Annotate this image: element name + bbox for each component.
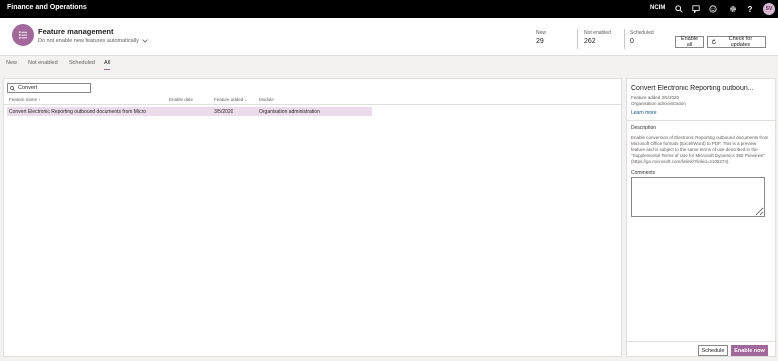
- filter-box: [7, 83, 91, 93]
- stat-not-enabled: Not enabled 262: [584, 30, 611, 45]
- stat-scheduled: Scheduled 0: [630, 30, 654, 45]
- auto-enable-label: Do not enable new features automatically: [38, 38, 139, 44]
- details-pane: Convert Electronic Reporting outboun... …: [626, 78, 776, 357]
- divider: [627, 120, 775, 121]
- tab-all[interactable]: All: [104, 60, 111, 70]
- divider: [624, 29, 625, 49]
- stat-scheduled-value: 0: [630, 38, 634, 45]
- column-header-feature-added[interactable]: Feature added ↓: [214, 97, 247, 102]
- page-header: Feature management Do not enable new fea…: [0, 18, 778, 56]
- page-title: Feature management: [38, 27, 114, 36]
- avatar[interactable]: SV: [763, 3, 775, 15]
- filter-input[interactable]: [18, 85, 88, 91]
- column-header-label: Feature added: [214, 97, 244, 102]
- cell-module: Organisation administration: [259, 108, 320, 115]
- details-module: Organisation administration: [631, 101, 686, 106]
- tab-scheduled[interactable]: Scheduled: [69, 60, 95, 66]
- enable-now-button[interactable]: Enable now: [731, 345, 768, 356]
- divider: [627, 341, 775, 342]
- comments-label: Comments: [631, 170, 656, 176]
- comments-field[interactable]: [631, 177, 765, 217]
- enable-all-button[interactable]: Enable all: [675, 36, 704, 48]
- schedule-button[interactable]: Schedule: [698, 345, 728, 356]
- top-nav-bar: Finance and Operations NCIM ? SV: [0, 0, 778, 18]
- column-header-module[interactable]: Module: [259, 97, 274, 102]
- cell-feature-added: 3/5/2020: [214, 108, 234, 115]
- cell-feature-name: Convert Electronic Reporting outbound do…: [9, 108, 147, 115]
- refresh-icon: [711, 39, 716, 45]
- sort-ascending-icon: ↑: [38, 97, 41, 102]
- company-picker[interactable]: NCIM: [650, 5, 665, 11]
- tab-new[interactable]: New: [6, 60, 17, 66]
- message-icon[interactable]: [690, 3, 702, 15]
- details-feature-added: Feature added 3/5/2020: [631, 95, 680, 100]
- column-header-feature-name[interactable]: Feature name ↑: [9, 97, 41, 102]
- stat-not-enabled-value: 262: [584, 38, 596, 45]
- sort-descending-icon: ↓: [244, 97, 247, 102]
- learn-more-link[interactable]: Learn more: [631, 110, 657, 116]
- stat-not-enabled-label: Not enabled: [584, 30, 611, 36]
- search-icon[interactable]: [673, 3, 685, 15]
- tab-not-enabled[interactable]: Not enabled: [28, 60, 58, 66]
- column-header-enable-date[interactable]: Enable date: [169, 97, 193, 102]
- app-title[interactable]: Finance and Operations: [7, 4, 87, 11]
- feature-management-icon: [12, 24, 34, 46]
- check-for-updates-button[interactable]: Check for updates: [707, 36, 766, 48]
- stat-new-value: 29: [536, 38, 544, 45]
- table-row[interactable]: Convert Electronic Reporting outbound do…: [7, 107, 372, 116]
- divider: [577, 29, 578, 49]
- description-text: Enable conversion of Electronic Reportin…: [631, 135, 769, 165]
- auto-enable-dropdown[interactable]: Do not enable new features automatically: [38, 38, 148, 44]
- gear-icon[interactable]: [727, 3, 739, 15]
- column-header-label: Feature name: [9, 97, 38, 102]
- features-grid: Feature name ↑ Enable date Feature added…: [3, 78, 622, 357]
- description-label: Description: [631, 125, 657, 131]
- grid-header: Feature name ↑ Enable date Feature added…: [4, 95, 621, 105]
- details-title: Convert Electronic Reporting outboun...: [631, 85, 754, 92]
- stat-new: New 29: [536, 30, 546, 45]
- search-icon: [10, 85, 15, 91]
- stat-scheduled-label: Scheduled: [630, 30, 654, 36]
- stat-new-label: New: [536, 30, 547, 36]
- smiley-icon[interactable]: [707, 3, 719, 15]
- chevron-down-icon: [142, 39, 148, 43]
- check-for-updates-label: Check for updates: [728, 36, 753, 48]
- help-icon[interactable]: ?: [744, 3, 756, 15]
